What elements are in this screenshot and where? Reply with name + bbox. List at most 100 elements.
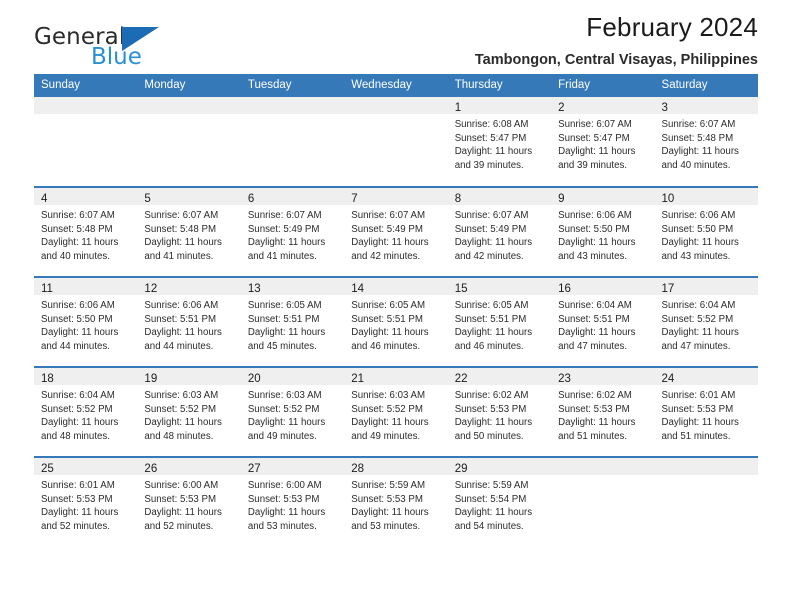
- sunrise-text: Sunrise: 6:07 AM: [558, 119, 632, 130]
- sunset-text: Sunset: 5:53 PM: [144, 493, 217, 505]
- sunrise-text: Sunrise: 6:06 AM: [661, 210, 736, 221]
- calendar-day-cell[interactable]: 27 Sunrise: 6:00 AM Sunset: 5:53 PM Dayligh…: [240, 456, 345, 547]
- calendar-day-cell[interactable]: 26 Sunrise: 6:00 AM Sunset: 5:53 PM Dayligh…: [137, 456, 241, 547]
- daylight-text-line2: and 41 minutes.: [144, 250, 214, 262]
- calendar-day-cell[interactable]: 24 Sunrise: 6:01 AM Sunset: 5:53 PM Dayligh…: [654, 366, 758, 457]
- daylight-text-line2: and 40 minutes.: [661, 159, 731, 171]
- calendar-day-cell[interactable]: 19 Sunrise: 6:03 AM Sunset: 5:52 PM Dayligh…: [137, 366, 241, 457]
- calendar-header-row: Sunday Monday Tuesday Wednesday Thursday…: [34, 74, 758, 97]
- calendar-day-cell[interactable]: 16 Sunrise: 6:04 AM Sunset: 5:51 PM Dayligh…: [551, 276, 655, 367]
- daynum-band: [137, 97, 241, 114]
- sunset-text: Sunset: 5:51 PM: [351, 313, 423, 325]
- sunset-text: Sunset: 5:51 PM: [144, 313, 217, 325]
- sunrise-text: Sunrise: 6:02 AM: [454, 390, 529, 401]
- daylight-text-line2: and 53 minutes.: [351, 520, 421, 532]
- daylight-text-line1: Daylight: 11 hours: [661, 417, 739, 429]
- calendar-day-cell[interactable]: 6 Sunrise: 6:07 AM Sunset: 5:49 PM Daylight…: [240, 186, 345, 277]
- daylight-text-line1: Daylight: 11 hours: [247, 417, 326, 429]
- daylight-text-line2: and 54 minutes.: [454, 520, 524, 532]
- daynum-band: 19: [137, 368, 241, 385]
- daylight-text-line1: Daylight: 11 hours: [454, 507, 533, 519]
- calendar-day-cell[interactable]: 20 Sunrise: 6:03 AM Sunset: 5:52 PM Dayligh…: [240, 366, 345, 457]
- daylight-text-line2: and 50 minutes.: [454, 430, 524, 442]
- day-details: Sunrise: 5:59 AM Sunset: 5:53 PM Daylight:…: [344, 475, 447, 533]
- daynum-band: 12: [137, 278, 241, 295]
- sunset-text: Sunset: 5:53 PM: [454, 403, 527, 415]
- daylight-text-line2: and 46 minutes.: [454, 340, 524, 352]
- daylight-text-line1: Daylight: 11 hours: [41, 237, 119, 249]
- sunset-text: Sunset: 5:53 PM: [558, 403, 630, 415]
- calendar-day-cell[interactable]: 13 Sunrise: 6:05 AM Sunset: 5:51 PM Dayligh…: [240, 276, 345, 367]
- calendar-day-cell[interactable]: 15 Sunrise: 6:05 AM Sunset: 5:51 PM Dayligh…: [447, 276, 552, 367]
- calendar-day-cell[interactable]: 17 Sunrise: 6:04 AM Sunset: 5:52 PM Dayligh…: [654, 276, 758, 367]
- calendar-day-cell[interactable]: 8 Sunrise: 6:07 AM Sunset: 5:49 PM Daylight…: [447, 186, 552, 277]
- sunset-text: Sunset: 5:50 PM: [661, 223, 734, 235]
- day-number: 6: [247, 193, 255, 205]
- sunset-text: Sunset: 5:52 PM: [144, 403, 217, 415]
- sunset-text: Sunset: 5:53 PM: [661, 403, 734, 415]
- daylight-text-line2: and 43 minutes.: [558, 250, 628, 262]
- sunrise-text: Sunrise: 6:05 AM: [247, 300, 322, 311]
- day-number: 27: [247, 463, 261, 475]
- sunrise-text: Sunrise: 5:59 AM: [454, 480, 529, 491]
- daynum-band: [654, 458, 758, 475]
- daynum-band: 25: [34, 458, 138, 475]
- calendar-week-row: 25 Sunrise: 6:01 AM Sunset: 5:53 PM Dayligh…: [34, 456, 758, 547]
- calendar-day-cell[interactable]: 3 Sunrise: 6:07 AM Sunset: 5:48 PM Daylight…: [654, 97, 758, 187]
- day-details: Sunrise: 6:06 AM Sunset: 5:50 PM Daylight:…: [34, 295, 137, 353]
- daylight-text-line2: and 47 minutes.: [661, 340, 731, 352]
- brand-logo[interactable]: General Blue: [34, 26, 264, 76]
- calendar-week-row: 18 Sunrise: 6:04 AM Sunset: 5:52 PM Dayligh…: [34, 366, 758, 457]
- sunrise-text: Sunrise: 6:04 AM: [41, 390, 115, 401]
- daynum-band: 18: [34, 368, 138, 385]
- daylight-text-line2: and 53 minutes.: [247, 520, 317, 532]
- sunset-text: Sunset: 5:48 PM: [41, 223, 113, 235]
- sunrise-text: Sunrise: 6:08 AM: [454, 119, 529, 130]
- calendar-day-cell[interactable]: 29 Sunrise: 5:59 AM Sunset: 5:54 PM Dayligh…: [447, 456, 552, 547]
- calendar-day-cell[interactable]: 2 Sunrise: 6:07 AM Sunset: 5:47 PM Daylight…: [551, 97, 655, 187]
- day-number: 15: [454, 283, 468, 295]
- calendar-day-cell[interactable]: 5 Sunrise: 6:07 AM Sunset: 5:48 PM Daylight…: [137, 186, 241, 277]
- daynum-band: 27: [240, 458, 345, 475]
- calendar-day-cell[interactable]: 1 Sunrise: 6:08 AM Sunset: 5:47 PM Daylight…: [447, 97, 552, 187]
- calendar-day-cell[interactable]: 21 Sunrise: 6:03 AM Sunset: 5:52 PM Dayligh…: [344, 366, 448, 457]
- calendar-day-cell[interactable]: 4 Sunrise: 6:07 AM Sunset: 5:48 PM Daylight…: [34, 186, 138, 277]
- daylight-text-line2: and 39 minutes.: [558, 159, 628, 171]
- day-details: Sunrise: 6:04 AM Sunset: 5:52 PM Daylight:…: [34, 385, 137, 443]
- daylight-text-line1: Daylight: 11 hours: [454, 237, 533, 249]
- daylight-text-line1: Daylight: 11 hours: [351, 417, 429, 429]
- calendar-day-cell[interactable]: 25 Sunrise: 6:01 AM Sunset: 5:53 PM Dayligh…: [34, 456, 138, 547]
- calendar-week-row: 4 Sunrise: 6:07 AM Sunset: 5:48 PM Daylight…: [34, 186, 758, 277]
- daylight-text-line1: Daylight: 11 hours: [144, 507, 222, 519]
- calendar-day-cell[interactable]: 12 Sunrise: 6:06 AM Sunset: 5:51 PM Dayligh…: [137, 276, 241, 367]
- daynum-band: 2: [551, 97, 655, 114]
- calendar-week-row: 11 Sunrise: 6:06 AM Sunset: 5:50 PM Dayligh…: [34, 276, 758, 367]
- calendar-day-cell[interactable]: 10 Sunrise: 6:06 AM Sunset: 5:50 PM Dayligh…: [654, 186, 758, 277]
- sunset-text: Sunset: 5:51 PM: [558, 313, 630, 325]
- calendar-day-cell[interactable]: 28 Sunrise: 5:59 AM Sunset: 5:53 PM Dayligh…: [344, 456, 448, 547]
- daynum-band: 13: [240, 278, 345, 295]
- daynum-band: 4: [34, 188, 138, 205]
- weekday-header-friday: Friday: [551, 74, 655, 97]
- day-number: 16: [558, 283, 571, 295]
- day-number: 18: [41, 373, 54, 385]
- calendar-day-cell[interactable]: 11 Sunrise: 6:06 AM Sunset: 5:50 PM Dayligh…: [34, 276, 138, 367]
- calendar-cell-empty: [137, 97, 241, 187]
- daylight-text-line2: and 52 minutes.: [144, 520, 214, 532]
- sunrise-text: Sunrise: 6:04 AM: [661, 300, 736, 311]
- sunset-text: Sunset: 5:51 PM: [454, 313, 527, 325]
- calendar-day-cell[interactable]: 7 Sunrise: 6:07 AM Sunset: 5:49 PM Daylight…: [344, 186, 448, 277]
- daylight-text-line1: Daylight: 11 hours: [661, 327, 739, 339]
- calendar-day-cell[interactable]: 23 Sunrise: 6:02 AM Sunset: 5:53 PM Dayligh…: [551, 366, 655, 457]
- sunrise-text: Sunrise: 6:06 AM: [558, 210, 632, 221]
- daynum-band: 24: [654, 368, 758, 385]
- sunrise-text: Sunrise: 6:07 AM: [454, 210, 529, 221]
- sunset-text: Sunset: 5:48 PM: [144, 223, 217, 235]
- sunset-text: Sunset: 5:52 PM: [351, 403, 423, 415]
- calendar-day-cell[interactable]: 9 Sunrise: 6:06 AM Sunset: 5:50 PM Daylight…: [551, 186, 655, 277]
- calendar-day-cell[interactable]: 14 Sunrise: 6:05 AM Sunset: 5:51 PM Dayligh…: [344, 276, 448, 367]
- calendar-cell-empty: [344, 97, 448, 187]
- calendar-day-cell[interactable]: 22 Sunrise: 6:02 AM Sunset: 5:53 PM Dayligh…: [447, 366, 552, 457]
- daynum-band: 11: [34, 278, 138, 295]
- calendar-day-cell[interactable]: 18 Sunrise: 6:04 AM Sunset: 5:52 PM Dayligh…: [34, 366, 138, 457]
